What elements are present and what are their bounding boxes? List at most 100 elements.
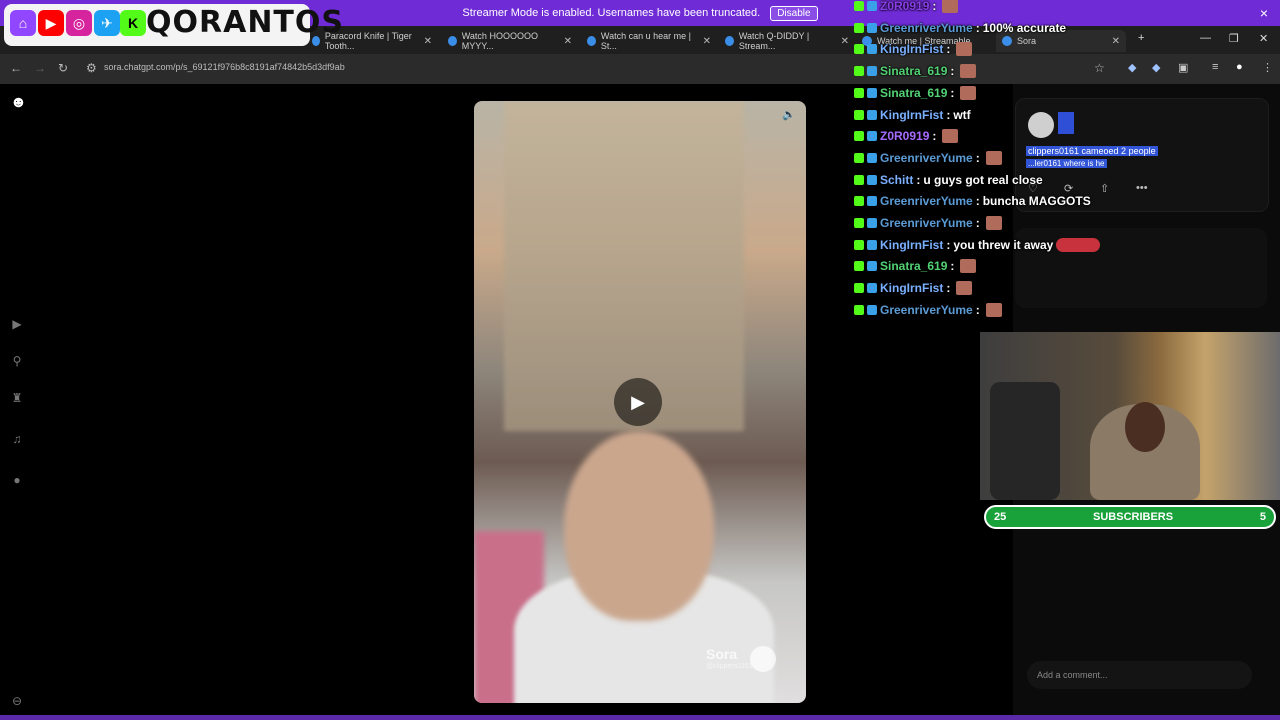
chat-message: GreenriverYume :100% accurate [854,18,1066,38]
kick-badge-icon [854,239,864,250]
watermark-handle: @clippers0161 [706,663,753,670]
kick-badge-icon [854,87,864,98]
site-info-icon[interactable]: ⚙ [86,61,97,75]
chat-username: GreenriverYume [880,194,973,209]
mute-icon[interactable]: 🔈 [782,108,796,121]
chat-message: Sinatra_619 : [854,83,977,103]
subscriber-badge-icon [867,109,877,120]
chat-separator: : [916,172,921,187]
bell-icon[interactable]: ♫ [10,432,24,446]
chat-message: Z0R0919 : [854,0,959,16]
close-window-icon[interactable]: ✕ [1259,32,1268,45]
sora-logo-icon[interactable]: ☻ [10,94,27,111]
webcam-chair [990,382,1060,500]
play-icon: ▶ [631,391,645,412]
chat-username: KingIrnFist [880,237,944,252]
chat-emote [985,150,1002,165]
subscriber-badge-icon [867,218,877,228]
chat-text: 100% accurate [982,20,1067,35]
chat-message: KingIrnFist : [854,278,973,298]
kick-badge-icon [854,218,864,228]
chat-separator: : [975,150,980,165]
kick-badge-icon [854,304,864,315]
banner-text: Streamer Mode is enabled. Usernames have… [462,7,761,19]
home-icon[interactable]: ▶ [10,317,24,331]
subs-label: SUBSCRIBERS [1093,511,1174,523]
menu-dots-icon[interactable]: ⋮ [1262,61,1273,74]
chat-separator: : [932,0,937,13]
chat-emote [985,302,1002,317]
subscriber-badge-icon [867,44,877,55]
chat-message: GreenriverYume : [854,300,1002,320]
chat-emote [985,216,1002,230]
chat-username: GreenriverYume [880,150,973,165]
chat-separator: : [946,281,951,296]
chat-username: Sinatra_619 [880,259,948,274]
chat-separator: : [932,129,937,144]
add-comment-input[interactable]: Add a comment... [1027,661,1252,689]
close-tab-icon[interactable]: ✕ [564,36,572,47]
trophy-icon[interactable]: ♜ [10,391,24,405]
chat-message: Schitt :u guys got real close [854,170,1043,190]
close-tab-icon[interactable]: ✕ [703,36,711,47]
reload-icon[interactable]: ↻ [58,61,68,75]
tab-5[interactable]: Watch Q-DIDDY | Stream... ✕ [725,30,849,52]
subs-current: 25 [994,511,1007,523]
subscriber-badge-icon [867,174,877,185]
maximize-icon[interactable]: ❐ [1229,32,1239,45]
chat-message: KingIrnFist : [854,39,973,59]
chat-username: Z0R0919 [880,0,930,13]
url-field[interactable]: sora.chatgpt.com/p/s_69121f976b8c8191af7… [104,62,345,72]
media-icon[interactable]: ≡ [1212,61,1218,73]
profile-icon[interactable]: ● [10,473,24,487]
kick-badge-icon [854,22,864,33]
chat-emote [960,85,977,100]
chat-message: KingIrnFist : wtf [854,105,971,125]
chat-emote [942,129,959,144]
profile-avatar[interactable]: ● [1236,61,1243,73]
kick-badge-icon [854,152,864,163]
kick-badge-icon [854,44,864,55]
chat-text: u guys got real close [923,172,1043,187]
chat-emote [960,64,977,79]
tab-favicon-icon [725,36,734,46]
chat-text: wtf [953,107,971,122]
chat-separator: : [975,20,980,35]
chat-username: GreenriverYume [880,302,973,317]
disable-streamer-mode-button[interactable]: Disable [770,5,818,21]
minimize-icon[interactable]: — [1200,32,1211,44]
close-tab-icon[interactable]: ✕ [841,36,849,47]
chat-overlay: Z0R0919 : GreenriverYume :100% accurate Ki… [854,0,1154,320]
chat-separator: : [975,216,980,230]
chat-separator: : [946,237,951,252]
chat-message: Sinatra_619 : [854,256,977,276]
play-button[interactable]: ▶ [614,378,662,426]
subscriber-badge-icon [867,152,877,163]
settings-icon[interactable]: ⊖ [10,694,24,708]
subscriber-badge-icon [867,283,877,294]
kick-badge-icon [854,1,864,11]
forward-icon[interactable]: → [34,61,46,75]
video-frame-face [564,431,714,621]
chat-message: GreenriverYume : [854,148,1002,168]
chat-username: GreenriverYume [880,216,973,230]
back-icon[interactable]: ← [10,61,22,75]
sora-watermark: Sora [706,646,738,662]
chat-separator: : [950,64,955,79]
chat-username: KingIrnFist [880,42,944,57]
chat-separator: : [946,42,951,57]
close-tab-icon[interactable]: ✕ [424,36,432,47]
search-icon[interactable]: ⚲ [10,354,24,368]
tab-3[interactable]: Watch HOOOOOO MYYY... ✕ [448,30,572,52]
car-emote [1056,237,1101,252]
instagram-icon: ◎ [66,10,92,36]
extensions-puzzle-icon[interactable]: ▣ [1178,61,1188,74]
chat-emote [956,42,973,57]
chat-username: KingIrnFist [880,107,944,122]
tab-4[interactable]: Watch can u hear me | St... ✕ [587,30,711,52]
sora-watermark-icon [750,646,776,672]
bottom-border [0,715,1280,720]
chat-username: Sinatra_619 [880,64,948,79]
chat-emote [956,281,973,296]
banner-close-icon[interactable]: × [1260,5,1268,21]
